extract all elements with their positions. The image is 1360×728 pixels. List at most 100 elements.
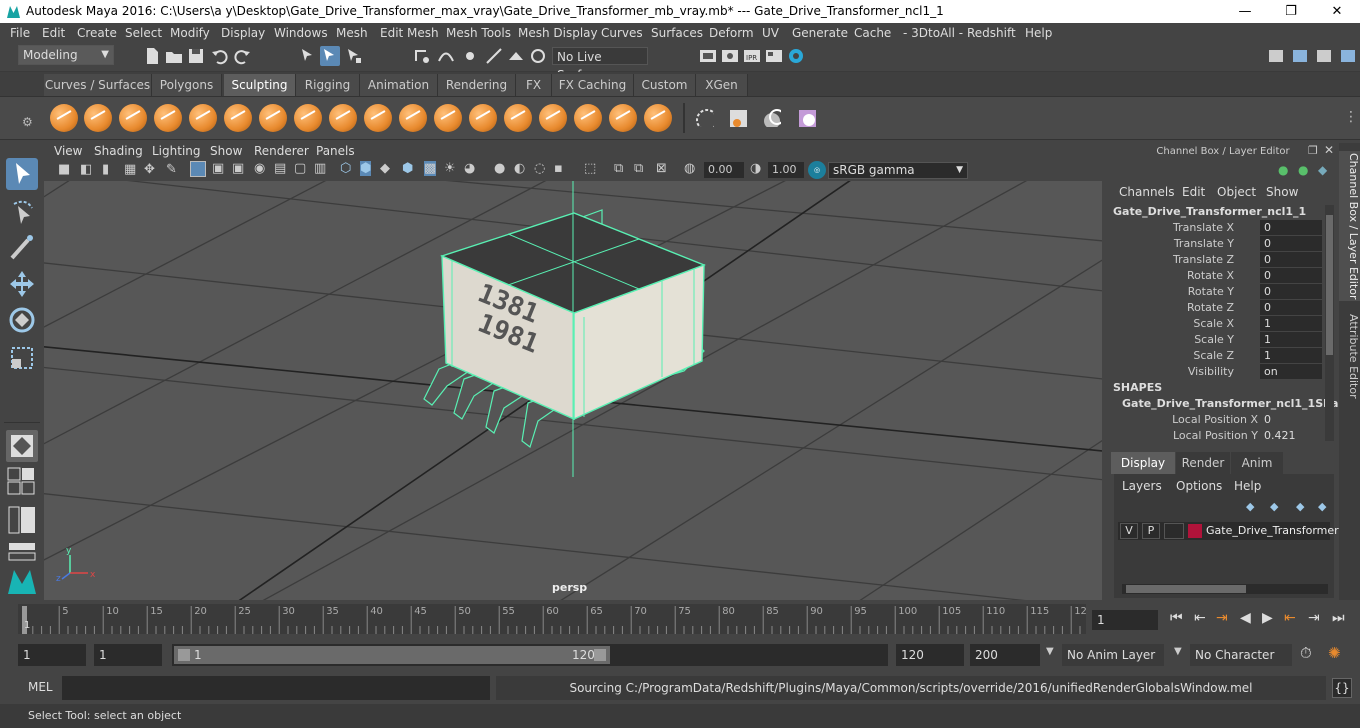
move-tool-icon[interactable]: [6, 268, 38, 300]
tab-anim[interactable]: Anim: [1231, 452, 1283, 474]
side-tab-attribute-editor[interactable]: Attribute Editor: [1339, 311, 1360, 401]
gate-mask-icon[interactable]: ◉: [254, 161, 265, 176]
character-set-dropdown[interactable]: No Character Set: [1190, 644, 1292, 684]
screen-space-ao-icon[interactable]: ●: [494, 161, 505, 176]
menu-mesh-tools[interactable]: Mesh Tools: [446, 23, 511, 43]
animation-preferences-icon[interactable]: ✺: [1328, 644, 1341, 662]
layer-name[interactable]: Gate_Drive_Transformer: [1206, 524, 1339, 537]
scrollbar-thumb[interactable]: [1126, 585, 1246, 593]
menu-create[interactable]: Create: [77, 23, 117, 43]
move-layer-up-icon[interactable]: ◆: [1296, 500, 1304, 513]
menu-cache[interactable]: Cache: [854, 23, 891, 43]
attr-rotate-y[interactable]: Rotate Y0: [1108, 284, 1324, 300]
cb-menu-channels[interactable]: Channels: [1119, 185, 1175, 199]
isolate-select-icon[interactable]: ⬚: [584, 161, 596, 176]
xray-components-icon[interactable]: ⊠: [656, 161, 667, 176]
exposure-field[interactable]: 0.00: [704, 162, 744, 178]
go-to-end-icon[interactable]: ⏭: [1332, 610, 1345, 626]
shelf-tab-fx[interactable]: FX: [516, 74, 552, 96]
menu-redshift[interactable]: Redshift: [967, 23, 1016, 43]
grid-icon[interactable]: [190, 161, 206, 177]
transformer-model[interactable]: 1381 1981: [423, 209, 706, 448]
layer-color-swatch[interactable]: [1188, 524, 1202, 538]
layout-tool-icon[interactable]: [1314, 46, 1334, 66]
menu-file[interactable]: File: [10, 23, 30, 43]
shelf-tab-rendering[interactable]: Rendering: [438, 74, 516, 96]
image-plane-icon[interactable]: ▦: [124, 162, 136, 177]
maximize-button[interactable]: ❐: [1268, 0, 1314, 23]
range-end-handle[interactable]: [594, 649, 606, 661]
new-layer-icon[interactable]: ◆: [1246, 500, 1254, 513]
attr-scale-y[interactable]: Scale Y1: [1108, 332, 1324, 348]
knife-tool-icon[interactable]: [504, 104, 532, 132]
flatten-tool-icon[interactable]: [224, 104, 252, 132]
new-scene-icon[interactable]: [142, 46, 162, 66]
close-panel-icon[interactable]: ✕: [1324, 143, 1334, 157]
snap-point-icon[interactable]: [460, 46, 480, 66]
safe-action-icon[interactable]: ▢: [294, 161, 306, 176]
new-layer-selected-icon[interactable]: ◆: [1270, 500, 1278, 513]
fill-tool-icon[interactable]: [469, 104, 497, 132]
menu-deform[interactable]: Deform: [709, 23, 754, 43]
vp-menu-renderer[interactable]: Renderer: [254, 144, 309, 158]
select-component-icon[interactable]: [344, 46, 364, 66]
menu-generate[interactable]: Generate: [792, 23, 848, 43]
four-pane-layout-icon[interactable]: [6, 466, 38, 496]
close-button[interactable]: ✕: [1314, 0, 1360, 23]
viewport-persp[interactable]: View Shading Lighting Show Renderer Pane…: [44, 143, 1102, 600]
render-settings-icon[interactable]: [698, 46, 718, 66]
snap-curve-icon[interactable]: [436, 46, 456, 66]
wireframe-icon[interactable]: ⬡: [340, 161, 351, 176]
snap-live-icon[interactable]: [528, 46, 548, 66]
shelf-tab-xgen[interactable]: XGen: [696, 74, 748, 96]
shelf-tab-curves-surfaces[interactable]: Curves / Surfaces: [44, 74, 152, 96]
channel-key-icon[interactable]: ●: [1278, 163, 1288, 177]
sculpt-tool-icon[interactable]: [50, 104, 78, 132]
step-back-key-icon[interactable]: ⇥: [1216, 610, 1228, 626]
layer-horizontal-scrollbar[interactable]: [1122, 584, 1328, 594]
attr-translate-x[interactable]: Translate X0: [1108, 220, 1324, 236]
xray-icon[interactable]: ⧉: [614, 161, 623, 176]
shelf-tab-fx-caching[interactable]: FX Caching: [552, 74, 634, 96]
attr-rotate-z[interactable]: Rotate Z0: [1108, 300, 1324, 316]
range-slider-bar[interactable]: 1 120: [174, 646, 610, 664]
field-chart-icon[interactable]: ▤: [274, 161, 286, 176]
playback-start-field[interactable]: 1: [94, 644, 162, 666]
scale-tool-icon[interactable]: [6, 342, 38, 374]
shelf-tab-polygons[interactable]: Polygons: [152, 74, 222, 96]
shelf-scroll-icon[interactable]: ⋮: [1344, 109, 1358, 125]
range-start-handle[interactable]: [178, 649, 190, 661]
menu-display[interactable]: Display: [221, 23, 265, 43]
channel-anim-icon[interactable]: ●: [1298, 163, 1308, 177]
attr-translate-y[interactable]: Translate Y0: [1108, 236, 1324, 252]
object-name[interactable]: Gate_Drive_Transformer_ncl1_1: [1113, 205, 1306, 218]
layer-playback-toggle[interactable]: P: [1142, 523, 1160, 539]
rotate-tool-icon[interactable]: [6, 304, 38, 336]
vp-menu-shading[interactable]: Shading: [94, 144, 143, 158]
channel-box-scrollbar[interactable]: [1325, 205, 1334, 441]
le-menu-help[interactable]: Help: [1234, 479, 1261, 493]
animation-end-field[interactable]: 200: [970, 644, 1040, 666]
lasso-tool-icon[interactable]: [6, 196, 38, 228]
safe-title-icon[interactable]: ▥: [314, 161, 326, 176]
convert-freeze-icon[interactable]: [694, 107, 720, 133]
play-forwards-icon[interactable]: ▶: [1262, 610, 1273, 626]
animation-start-field[interactable]: 1: [18, 644, 86, 666]
paint-select-tool-icon[interactable]: [6, 232, 38, 264]
gamma-icon[interactable]: ◑: [750, 161, 761, 176]
tab-display[interactable]: Display: [1111, 452, 1175, 474]
scrollbar-thumb[interactable]: [1326, 215, 1333, 355]
2d-pan-zoom-icon[interactable]: ✥: [144, 162, 155, 177]
vp-menu-lighting[interactable]: Lighting: [152, 144, 201, 158]
timeline-track[interactable]: 1 5 10 15 20 25 30 35 40 45 50 55 60 65 70 75 80 85 90 95 1…: [18, 604, 1087, 634]
snap-grid-icon[interactable]: [412, 46, 432, 66]
cb-menu-object[interactable]: Object: [1217, 185, 1256, 199]
menu-select[interactable]: Select: [125, 23, 162, 43]
anim-layer-dropdown[interactable]: No Anim Layer: [1062, 644, 1164, 666]
gamma-field[interactable]: 1.00: [768, 162, 804, 178]
cb-menu-show[interactable]: Show: [1266, 185, 1298, 199]
playback-end-field[interactable]: 120: [896, 644, 964, 666]
shape-name[interactable]: Gate_Drive_Transformer_ncl1_1Shape: [1122, 397, 1354, 410]
menu-surfaces[interactable]: Surfaces: [651, 23, 703, 43]
menu-modify[interactable]: Modify: [170, 23, 210, 43]
